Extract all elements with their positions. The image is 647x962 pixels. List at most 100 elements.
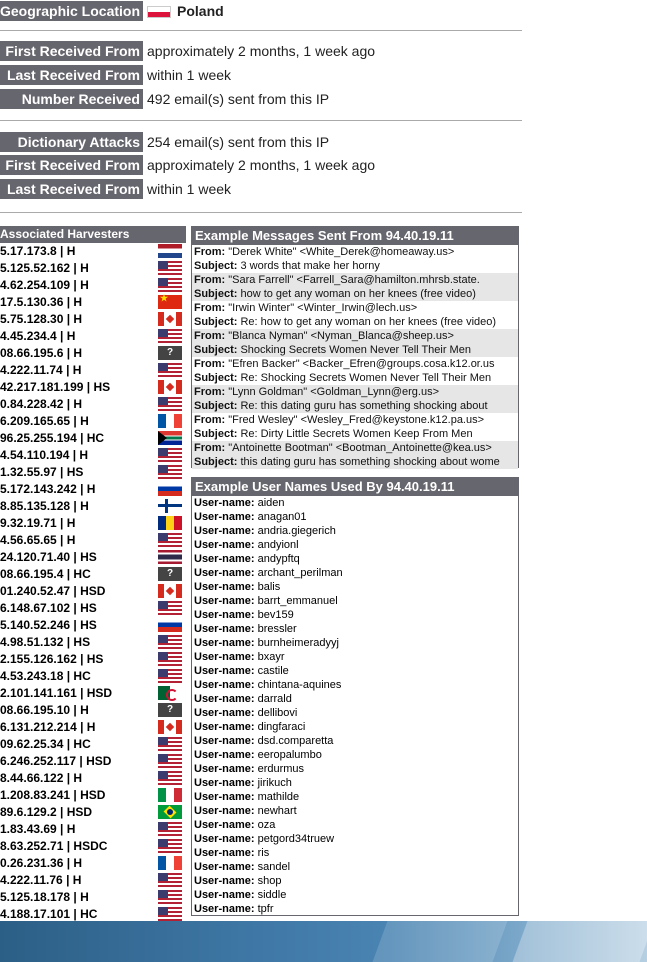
- harvester-ip[interactable]: 2.101.141.161 | HSD: [0, 686, 154, 700]
- username-value: chintana-aquines: [257, 679, 342, 691]
- harvester-ip[interactable]: 5.172.143.242 | H: [0, 482, 154, 496]
- harvester-row[interactable]: 5.125.52.162 | H: [0, 260, 186, 277]
- ro-flag-icon: [158, 516, 182, 530]
- username-value: aiden: [257, 497, 285, 509]
- harvester-ip[interactable]: 08.66.195.10 | H: [0, 703, 154, 717]
- harvester-row[interactable]: 42.217.181.199 | HS: [0, 379, 186, 396]
- harvester-ip[interactable]: 2.155.126.162 | HS: [0, 652, 154, 666]
- harvester-row[interactable]: 01.240.52.47 | HSD: [0, 583, 186, 600]
- harvester-ip[interactable]: 5.125.52.162 | H: [0, 261, 154, 275]
- harvester-ip[interactable]: 96.25.255.194 | HC: [0, 431, 154, 445]
- harvester-ip[interactable]: 09.62.25.34 | HC: [0, 737, 154, 751]
- message-subject: Subject: 3 words that make her horny: [192, 259, 518, 273]
- harvester-row[interactable]: 8.44.66.122 | H: [0, 770, 186, 787]
- harvester-ip[interactable]: 08.66.195.6 | H: [0, 346, 154, 360]
- harvester-ip[interactable]: 4.62.254.109 | H: [0, 278, 154, 292]
- harvester-ip[interactable]: 8.85.135.128 | H: [0, 499, 154, 513]
- harvester-ip[interactable]: 42.217.181.199 | HS: [0, 380, 154, 394]
- fr-flag-icon: [158, 414, 182, 428]
- harvester-row[interactable]: 08.66.195.6 | H: [0, 345, 186, 362]
- harvester-ip[interactable]: 1.208.83.241 | HSD: [0, 788, 154, 802]
- harvester-ip[interactable]: 5.125.18.178 | H: [0, 890, 154, 904]
- harvester-ip[interactable]: 4.188.17.101 | HC: [0, 907, 154, 921]
- harvester-ip[interactable]: 4.222.11.74 | H: [0, 363, 154, 377]
- za-flag-icon: [158, 431, 182, 445]
- harvester-row[interactable]: 0.26.231.36 | H: [0, 855, 186, 872]
- harvester-ip[interactable]: 8.44.66.122 | H: [0, 771, 154, 785]
- username-value: dsd.comparetta: [257, 735, 334, 747]
- harvester-row[interactable]: 4.222.11.76 | H: [0, 872, 186, 889]
- harvester-ip[interactable]: 17.5.130.36 | H: [0, 295, 154, 309]
- harvester-ip[interactable]: 0.26.231.36 | H: [0, 856, 154, 870]
- harvester-row[interactable]: 0.84.228.42 | H: [0, 396, 186, 413]
- harvester-row[interactable]: 4.54.110.194 | H: [0, 447, 186, 464]
- harvester-row[interactable]: 17.5.130.36 | H: [0, 293, 186, 311]
- unknown-flag-icon: [158, 703, 182, 717]
- harvester-row[interactable]: 08.66.195.4 | HC: [0, 566, 186, 583]
- harvester-ip[interactable]: 4.56.65.65 | H: [0, 533, 154, 547]
- harvester-ip[interactable]: 4.98.51.132 | HS: [0, 635, 154, 649]
- harvester-ip[interactable]: 5.17.173.8 | H: [0, 244, 154, 258]
- dictionary-attacks-value: 254 email(s) sent from this IP: [147, 134, 330, 150]
- username-row: User-name: andypftq: [192, 552, 518, 566]
- harvester-row[interactable]: 8.85.135.128 | H: [0, 498, 186, 515]
- username-key: User-name:: [194, 847, 255, 859]
- harvester-row[interactable]: 1.32.55.97 | HS: [0, 464, 186, 481]
- harvester-row[interactable]: 6.148.67.102 | HS: [0, 600, 186, 617]
- harvester-row[interactable]: 5.125.18.178 | H: [0, 889, 186, 906]
- harvester-row[interactable]: 1.208.83.241 | HSD: [0, 787, 186, 804]
- dict-first-received-label: First Received From: [0, 155, 143, 175]
- harvester-row[interactable]: 2.155.126.162 | HS: [0, 651, 186, 668]
- harvester-ip[interactable]: 6.148.67.102 | HS: [0, 601, 154, 615]
- harvester-row[interactable]: 09.62.25.34 | HC: [0, 736, 186, 753]
- harvester-ip[interactable]: 4.53.243.18 | HC: [0, 669, 154, 683]
- username-row: User-name: ris: [192, 846, 518, 860]
- harvester-row[interactable]: 5.17.173.8 | H: [0, 243, 186, 260]
- harvester-row[interactable]: 6.209.165.65 | H: [0, 413, 186, 430]
- harvester-ip[interactable]: 6.246.252.117 | HSD: [0, 754, 154, 768]
- harvester-ip[interactable]: 6.131.212.214 | H: [0, 720, 154, 734]
- harvester-ip[interactable]: 4.222.11.76 | H: [0, 873, 154, 887]
- username-key: User-name:: [194, 791, 255, 803]
- harvester-row[interactable]: 96.25.255.194 | HC: [0, 430, 186, 447]
- harvester-row[interactable]: 5.172.143.242 | H: [0, 481, 186, 498]
- username-value: dingfaraci: [257, 721, 306, 733]
- harvester-row[interactable]: 4.56.65.65 | H: [0, 532, 186, 549]
- harvester-ip[interactable]: 8.63.252.71 | HSDC: [0, 839, 154, 853]
- username-value: petgord34truew: [257, 833, 335, 845]
- harvester-ip[interactable]: 4.45.234.4 | H: [0, 329, 154, 343]
- harvester-row[interactable]: 9.32.19.71 | H: [0, 515, 186, 532]
- message-subject: Subject: Re: this dating guru has someth…: [192, 399, 518, 413]
- harvester-row[interactable]: 2.101.141.161 | HSD: [0, 685, 186, 702]
- harvester-row[interactable]: 4.222.11.74 | H: [0, 362, 186, 379]
- ca-flag-icon: [158, 584, 182, 598]
- harvester-row[interactable]: 1.83.43.69 | H: [0, 821, 186, 838]
- harvester-ip[interactable]: 5.140.52.246 | HS: [0, 618, 154, 632]
- harvester-row[interactable]: 4.53.243.18 | HC: [0, 668, 186, 685]
- harvester-row[interactable]: 5.75.128.30 | H: [0, 311, 186, 328]
- harvester-row[interactable]: 6.246.252.117 | HSD: [0, 753, 186, 770]
- harvester-row[interactable]: 8.63.252.71 | HSDC: [0, 838, 186, 855]
- harvester-row[interactable]: 4.62.254.109 | H: [0, 277, 186, 294]
- harvester-ip[interactable]: 89.6.129.2 | HSD: [0, 805, 154, 819]
- harvester-ip[interactable]: 0.84.228.42 | H: [0, 397, 154, 411]
- harvester-row[interactable]: 89.6.129.2 | HSD: [0, 804, 186, 821]
- harvester-ip[interactable]: 4.54.110.194 | H: [0, 448, 154, 462]
- harvester-ip[interactable]: 01.240.52.47 | HSD: [0, 584, 154, 598]
- username-key: User-name:: [194, 819, 255, 831]
- poland-flag-icon: [147, 6, 171, 19]
- harvester-row[interactable]: 5.140.52.246 | HS: [0, 617, 186, 634]
- harvester-row[interactable]: 4.45.234.4 | H: [0, 328, 186, 345]
- harvester-row[interactable]: 24.120.71.40 | HS: [0, 549, 186, 566]
- harvester-ip[interactable]: 1.83.43.69 | H: [0, 822, 154, 836]
- username-row: User-name: bev159: [192, 608, 518, 622]
- harvester-ip[interactable]: 24.120.71.40 | HS: [0, 550, 154, 564]
- harvester-ip[interactable]: 5.75.128.30 | H: [0, 312, 154, 326]
- harvester-ip[interactable]: 9.32.19.71 | H: [0, 516, 154, 530]
- harvester-row[interactable]: 6.131.212.214 | H: [0, 719, 186, 736]
- harvester-row[interactable]: 08.66.195.10 | H: [0, 702, 186, 719]
- harvester-row[interactable]: 4.98.51.132 | HS: [0, 634, 186, 651]
- harvester-ip[interactable]: 08.66.195.4 | HC: [0, 567, 154, 581]
- harvester-ip[interactable]: 6.209.165.65 | H: [0, 414, 154, 428]
- harvester-ip[interactable]: 1.32.55.97 | HS: [0, 465, 154, 479]
